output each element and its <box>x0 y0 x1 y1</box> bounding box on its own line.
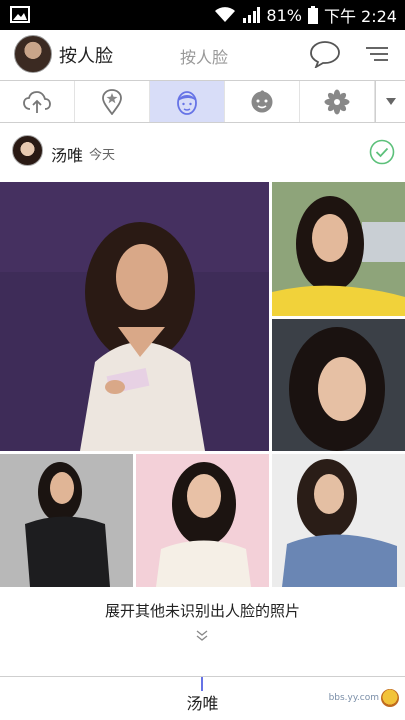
image-icon <box>10 6 30 23</box>
photo-thumbnail[interactable] <box>272 319 405 451</box>
watermark: bbs.yy.com <box>329 689 399 707</box>
wifi-icon <box>215 7 236 22</box>
page-subtitle: 按人脸 <box>180 48 229 67</box>
avatar[interactable] <box>14 35 52 73</box>
status-bar: 81% 下午 2:24 <box>0 0 405 30</box>
battery-icon <box>307 6 318 24</box>
tab-cloud[interactable] <box>0 81 75 122</box>
photo-image <box>272 182 405 316</box>
select-check-icon[interactable] <box>369 139 395 165</box>
menu-icon[interactable] <box>366 46 388 62</box>
photo-thumbnail[interactable] <box>0 454 133 587</box>
photo-image <box>272 454 405 587</box>
photo-thumbnail[interactable] <box>136 454 269 587</box>
header: 按人脸 按人脸 <box>0 30 405 80</box>
person-date: 今天 <box>89 148 116 163</box>
photo-grid <box>0 182 405 587</box>
cloud-upload-icon <box>23 90 51 113</box>
photo-thumbnail[interactable] <box>272 454 405 587</box>
location-star-icon <box>102 88 122 115</box>
photo-image <box>0 454 133 587</box>
tab-pinwheel[interactable] <box>300 81 375 122</box>
tabs-more-button[interactable] <box>375 81 405 122</box>
caret-down-icon <box>385 97 396 105</box>
person-name: 汤唯 <box>51 146 84 165</box>
clock: 下午 2:24 <box>323 7 397 26</box>
watermark-text: bbs.yy.com <box>328 693 379 703</box>
person-group-header[interactable]: 汤唯 今天 <box>0 123 405 180</box>
photo-image <box>136 454 269 587</box>
page-title: 按人脸 <box>59 46 113 67</box>
scroll-indicator <box>201 677 203 691</box>
mascot-icon <box>381 689 399 707</box>
signal-icon <box>243 7 261 23</box>
tab-location[interactable] <box>75 81 150 122</box>
photo-thumbnail[interactable] <box>0 182 269 451</box>
pinwheel-icon <box>324 89 350 114</box>
face-icon <box>177 90 197 115</box>
person-avatar[interactable] <box>12 135 43 166</box>
tab-baby[interactable] <box>225 81 300 122</box>
photo-thumbnail[interactable] <box>272 182 405 316</box>
tab-face[interactable] <box>150 81 225 122</box>
double-chevron-down-icon[interactable] <box>195 629 209 643</box>
photo-image <box>0 182 269 451</box>
baby-face-icon <box>251 89 273 112</box>
expand-unrecognized-link[interactable]: 展开其他未识别出人脸的照片 <box>0 600 405 621</box>
filter-tabs <box>0 80 405 123</box>
bottom-bar: 汤唯 bbs.yy.com <box>0 676 405 720</box>
battery-percent: 81% <box>266 5 302 25</box>
chat-bubble-icon[interactable] <box>309 40 341 68</box>
photo-image <box>272 319 405 451</box>
